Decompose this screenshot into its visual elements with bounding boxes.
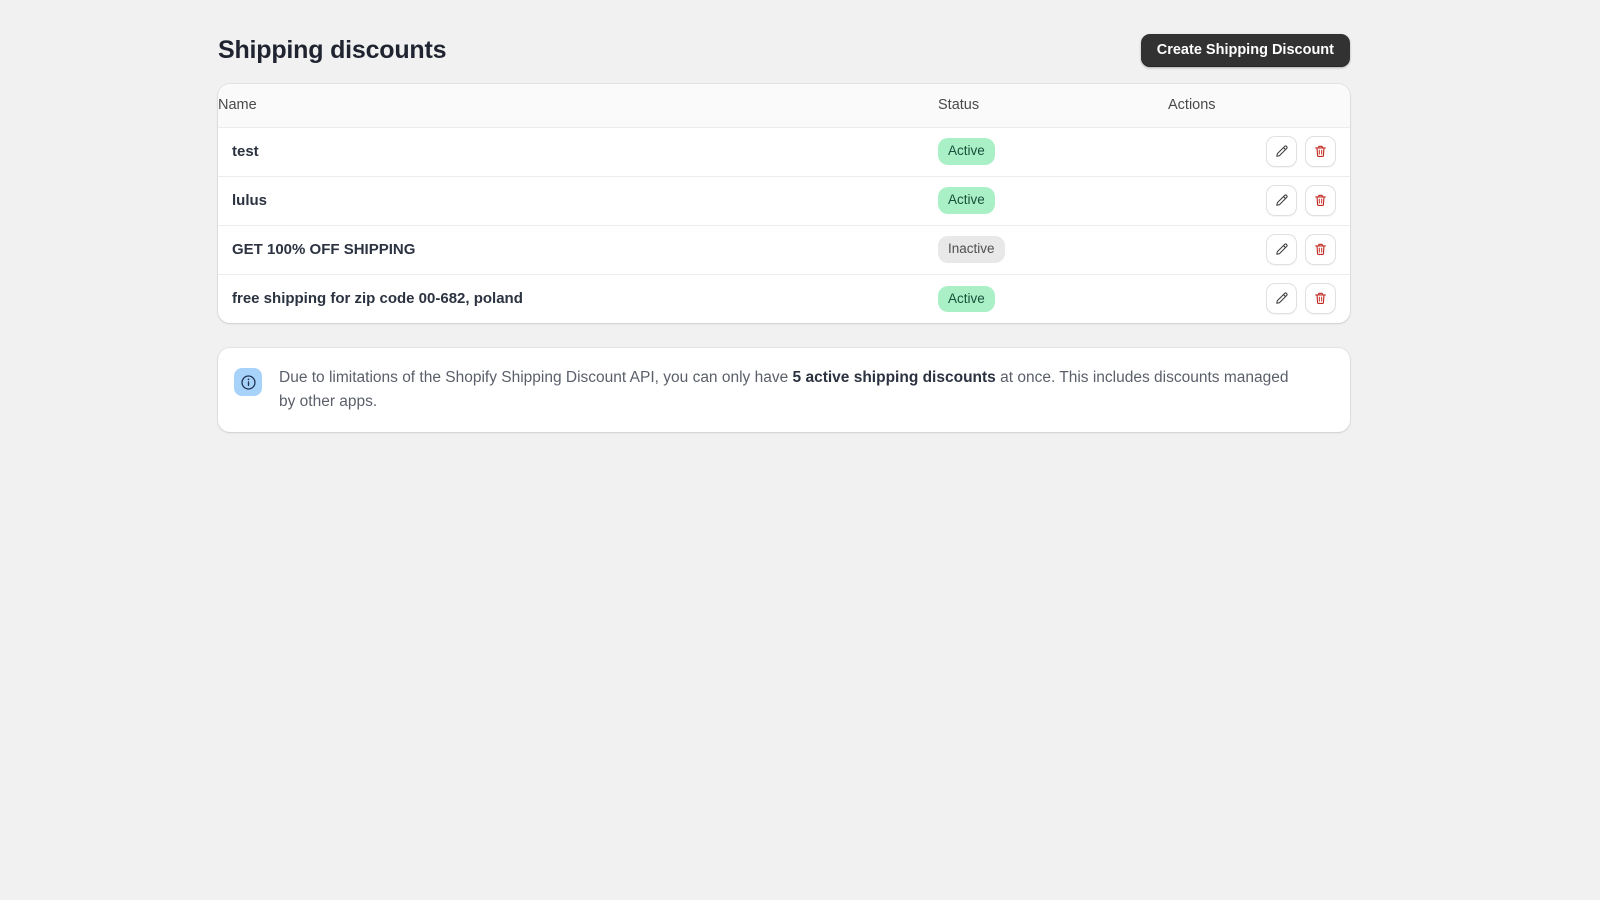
trash-icon: [1313, 193, 1328, 208]
edit-discount-button[interactable]: [1266, 234, 1297, 265]
discount-name-cell: free shipping for zip code 00-682, polan…: [218, 274, 938, 323]
pencil-icon: [1274, 291, 1289, 306]
discount-status-cell: Active: [938, 127, 1168, 176]
discount-actions-cell: [1168, 274, 1350, 323]
column-header-actions: Actions: [1168, 84, 1350, 127]
pencil-icon: [1274, 242, 1289, 257]
trash-icon: [1313, 144, 1328, 159]
row-actions: [1169, 136, 1336, 167]
banner-text-emphasis: 5 active shipping discounts: [793, 369, 996, 386]
page-title: Shipping discounts: [218, 35, 446, 65]
info-circle-icon: [234, 368, 262, 396]
discounts-table-card: Name Status Actions testActivelulusActiv…: [218, 84, 1350, 323]
create-shipping-discount-button[interactable]: Create Shipping Discount: [1141, 34, 1350, 67]
delete-discount-button[interactable]: [1305, 283, 1336, 314]
table-row: lulusActive: [218, 176, 1350, 225]
discount-status-cell: Active: [938, 176, 1168, 225]
discount-actions-cell: [1168, 127, 1350, 176]
delete-discount-button[interactable]: [1305, 185, 1336, 216]
table-row: free shipping for zip code 00-682, polan…: [218, 274, 1350, 323]
page-header: Shipping discounts Create Shipping Disco…: [218, 0, 1350, 84]
api-limit-banner: Due to limitations of the Shopify Shippi…: [218, 348, 1350, 432]
status-badge: Active: [938, 286, 995, 313]
discount-status-cell: Active: [938, 274, 1168, 323]
delete-discount-button[interactable]: [1305, 136, 1336, 167]
status-badge: Active: [938, 187, 995, 214]
column-header-name: Name: [218, 84, 938, 127]
trash-icon: [1313, 291, 1328, 306]
table-row: testActive: [218, 127, 1350, 176]
discount-name-cell: GET 100% OFF SHIPPING: [218, 225, 938, 274]
table-header-row: Name Status Actions: [218, 84, 1350, 127]
pencil-icon: [1274, 144, 1289, 159]
status-badge: Inactive: [938, 236, 1005, 263]
delete-discount-button[interactable]: [1305, 234, 1336, 265]
shipping-discounts-page: Shipping discounts Create Shipping Disco…: [0, 0, 1600, 900]
row-actions: [1169, 283, 1336, 314]
row-actions: [1169, 234, 1336, 265]
page-content: Shipping discounts Create Shipping Disco…: [218, 0, 1350, 432]
column-header-status: Status: [938, 84, 1168, 127]
discounts-table: Name Status Actions testActivelulusActiv…: [218, 84, 1350, 323]
discount-name-cell: lulus: [218, 176, 938, 225]
pencil-icon: [1274, 193, 1289, 208]
edit-discount-button[interactable]: [1266, 185, 1297, 216]
discount-name-cell: test: [218, 127, 938, 176]
discount-status-cell: Inactive: [938, 225, 1168, 274]
table-row: GET 100% OFF SHIPPINGInactive: [218, 225, 1350, 274]
banner-text: Due to limitations of the Shopify Shippi…: [279, 366, 1289, 414]
banner-text-part-1: Due to limitations of the Shopify Shippi…: [279, 369, 793, 386]
row-actions: [1169, 185, 1336, 216]
discount-actions-cell: [1168, 225, 1350, 274]
status-badge: Active: [938, 138, 995, 165]
edit-discount-button[interactable]: [1266, 283, 1297, 314]
table-body: testActivelulusActiveGET 100% OFF SHIPPI…: [218, 127, 1350, 323]
trash-icon: [1313, 242, 1328, 257]
edit-discount-button[interactable]: [1266, 136, 1297, 167]
table-head: Name Status Actions: [218, 84, 1350, 127]
discount-actions-cell: [1168, 176, 1350, 225]
